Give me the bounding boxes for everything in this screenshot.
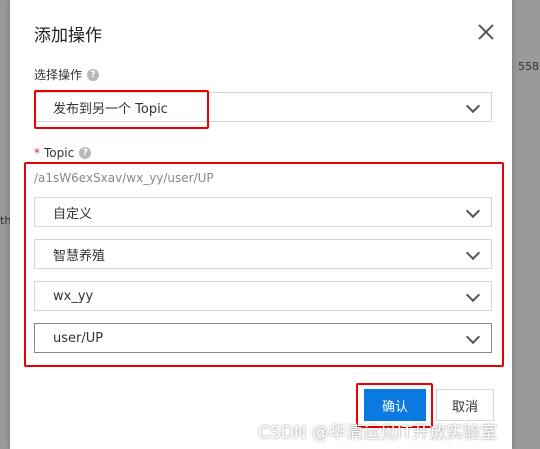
dialog-title: 添加操作 (34, 26, 102, 46)
cancel-button[interactable]: 取消 (436, 389, 494, 421)
operation-label: 选择操作 (34, 68, 83, 82)
help-icon[interactable]: ? (87, 68, 100, 81)
topic-highlight-box (24, 162, 504, 367)
add-operation-dialog: 添加操作 选择操作 ? 发布到另一个 Topic * Topic ? /a1sW… (10, 0, 512, 449)
watermark: CSDN @华清远见IT开放实验室 (258, 423, 498, 443)
chevron-down-icon (465, 98, 481, 114)
background-text-fragment: 558 (518, 60, 539, 73)
close-icon[interactable] (474, 20, 498, 44)
topic-label: Topic (44, 146, 75, 160)
required-mark: * (34, 146, 40, 160)
topic-label-row: * Topic ? (34, 146, 92, 160)
operation-highlight-box (34, 90, 209, 129)
operation-label-row: 选择操作 ? (34, 66, 100, 83)
help-icon[interactable]: ? (79, 147, 92, 159)
